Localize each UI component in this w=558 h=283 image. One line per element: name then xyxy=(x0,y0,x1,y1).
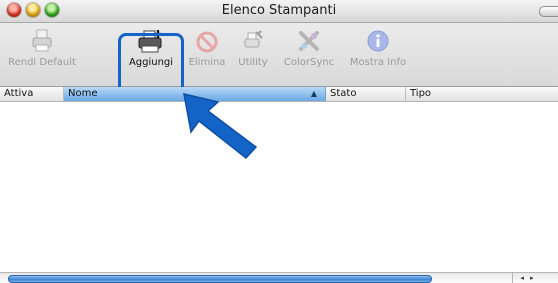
title-bar[interactable]: Elenco Stampanti xyxy=(0,0,558,23)
make-default-label: Rendi Default xyxy=(8,57,76,68)
delete-label: Elimina xyxy=(188,57,226,68)
info-icon xyxy=(367,30,389,52)
column-header-status-label: Stato xyxy=(330,88,357,99)
column-header-type[interactable]: Tipo xyxy=(406,87,558,101)
pointer-arrow-icon xyxy=(183,93,258,160)
window-title: Elenco Stampanti xyxy=(221,3,337,18)
utility-button[interactable]: Utility xyxy=(232,28,274,68)
printer-default-icon xyxy=(32,29,52,52)
add-button-highlight xyxy=(118,33,184,94)
column-header-active-label: Attiva xyxy=(4,88,34,99)
table-header: Attiva Nome ▲ Stato Tipo xyxy=(0,87,558,102)
toolbar-toggle-button[interactable] xyxy=(539,6,558,17)
show-info-button[interactable]: Mostra Info xyxy=(346,28,410,68)
utility-label: Utility xyxy=(238,57,268,68)
toolbar: Rendi Default Aggiungi Elimina Utility C… xyxy=(0,23,558,87)
scroll-thumb[interactable] xyxy=(8,275,432,283)
colorsync-label: ColorSync xyxy=(283,57,335,68)
delete-icon xyxy=(196,31,218,53)
show-info-label: Mostra Info xyxy=(349,57,407,68)
sort-ascending-icon: ▲ xyxy=(310,89,317,98)
colorsync-button[interactable]: ColorSync xyxy=(280,28,338,68)
colorsync-icon xyxy=(299,31,319,51)
delete-button[interactable]: Elimina xyxy=(184,28,230,68)
printer-list-window: Elenco Stampanti Rendi Default Aggiungi xyxy=(0,0,558,283)
horizontal-scrollbar[interactable]: ◂ ▸ xyxy=(0,272,558,283)
scroll-arrow-buttons[interactable]: ◂ ▸ xyxy=(512,273,543,283)
printer-list[interactable] xyxy=(0,102,558,272)
printer-utility-icon xyxy=(244,30,263,48)
make-default-button[interactable]: Rendi Default xyxy=(6,28,78,68)
column-header-name-label: Nome xyxy=(68,88,98,99)
column-header-active[interactable]: Attiva xyxy=(0,87,64,101)
column-header-status[interactable]: Stato xyxy=(326,87,406,101)
column-header-type-label: Tipo xyxy=(410,88,432,99)
